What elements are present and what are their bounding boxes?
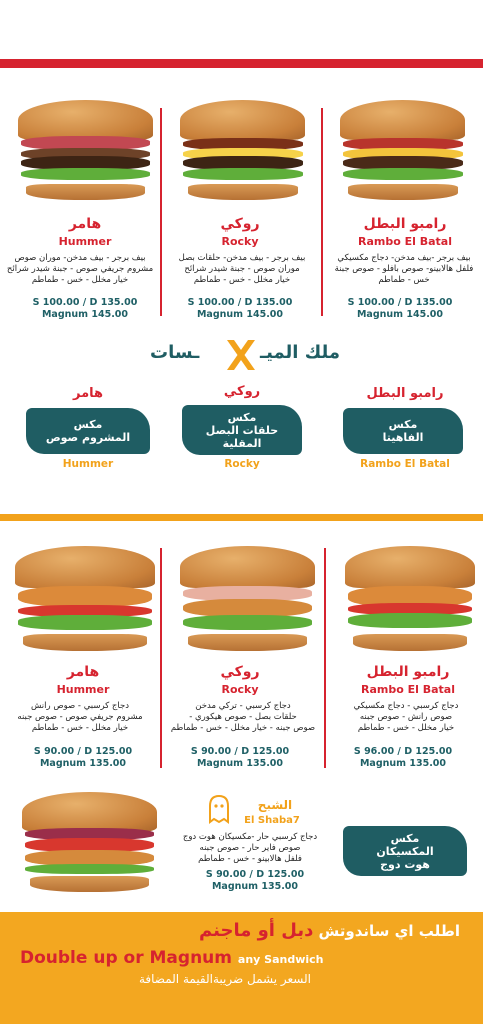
banner-english-main: Double up or Magnum — [20, 948, 232, 968]
banner-arabic-pre: اطلب اي ساندوتش — [318, 922, 460, 940]
title-left-part: ـسات — [150, 342, 200, 363]
mix-name-ar: روكي — [223, 384, 261, 399]
item-name-ar: هامر — [66, 664, 100, 680]
item-name-en: Hummer — [58, 235, 112, 248]
top-red-bar — [0, 59, 483, 68]
mix-name-en: Rambo El Batal — [360, 458, 450, 470]
separator-line — [160, 548, 162, 768]
item-price: S 96.00 / D 125.00 Magnum 135.00 — [353, 746, 453, 769]
item-price: S 100.00 / D 135.00 Magnum 145.00 — [187, 297, 293, 320]
item-price: S 100.00 / D 135.00 Magnum 145.00 — [347, 297, 453, 320]
item-name-en: Rambo El Batal — [358, 235, 452, 248]
item-price: S 90.00 / D 125.00 Magnum 135.00 — [190, 746, 290, 769]
banner-english-line: Double up or Magnum any Sandwich — [20, 948, 324, 968]
king-of-mixes-title: ملك الميـ ـسات — [150, 338, 340, 372]
burger-image-hummer-chicken — [15, 546, 155, 651]
burger-image-shaba7 — [22, 792, 157, 892]
item-name-en: Rocky — [221, 235, 259, 248]
item-description: دجاج كرسبي - صوص رانش مشروم جريفي صوص - ص… — [17, 701, 143, 733]
mix-name-ar: هامر — [72, 386, 104, 401]
section-divider-bar — [0, 514, 483, 521]
separator-line — [160, 108, 162, 316]
mix-name-ar: رامبو البطل — [366, 386, 444, 401]
item-name-ar: الشبح — [257, 798, 293, 812]
item-description: بيف برجر -بيف مدخن- دجاج مكسيكي فلفل هالا… — [334, 253, 474, 285]
item-name-en: Rambo El Batal — [361, 683, 455, 696]
burger-image-rambo-chicken — [345, 546, 475, 651]
item-name-en: Rocky — [221, 683, 259, 696]
item-description: بيف برجر - بيف مدخن- موران صوص مشروم جريف… — [6, 253, 154, 285]
item-name-en: Hummer — [56, 683, 110, 696]
item-name-ar: هامر — [68, 216, 102, 232]
item-name-ar: رامبو البطل — [363, 216, 447, 232]
item-description: دجاج كرسبي حار -مكسيكان هوت دوج صوص فاير … — [182, 832, 318, 864]
mix-name-en: Hummer — [62, 458, 114, 470]
banner-arabic-line: اطلب اي ساندوتش دبل أو ماجنم — [0, 920, 460, 941]
banner-arabic-highlight: دبل أو ماجنم — [199, 920, 314, 941]
item-description: دجاج كرسبي - دجاج مكسيكي صوص رانش - صوص ج… — [353, 701, 459, 733]
item-description: دجاج كرسبي - تركي مدخن حلقات بصل - صوص هي… — [170, 701, 316, 733]
vat-note: السعر يشمل ضريبةالقيمة المضافة — [138, 972, 312, 986]
mix-name-en: Rocky — [224, 458, 260, 470]
x-logo-icon — [227, 340, 255, 370]
separator-line — [321, 108, 323, 316]
burger-image-rocky — [180, 100, 305, 200]
mix-badge-mushroom: مكس المشروم صوص — [26, 408, 150, 454]
burger-image-hummer — [18, 100, 153, 200]
separator-line — [324, 548, 326, 768]
item-description: بيف برجر - بيف مدخن- حلقات بصل موران صوص … — [178, 253, 306, 285]
title-right-part: ملك الميـ — [259, 342, 340, 363]
mix-badge-fajita: مكس الفاهيتا — [343, 408, 463, 454]
mix-badge-mexican-hotdog: مكس المكسيكان هوت دوج — [343, 826, 467, 876]
item-name-ar: رامبو البطل — [366, 664, 450, 680]
mix-badge-onion-rings: مكس حلقات البصل المقلية — [182, 405, 302, 455]
item-name-ar: روكي — [220, 664, 260, 680]
item-name-ar: روكي — [220, 216, 260, 232]
item-price: S 90.00 / D 125.00 Magnum 135.00 — [205, 869, 305, 892]
burger-image-rambo — [340, 100, 465, 200]
item-name-en: El Shaba7 — [244, 815, 300, 826]
banner-english-small: any Sandwich — [237, 953, 324, 966]
item-price: S 100.00 / D 135.00 Magnum 145.00 — [32, 297, 138, 320]
item-price: S 90.00 / D 125.00 Magnum 135.00 — [33, 746, 133, 769]
burger-image-rocky-chicken — [180, 546, 315, 651]
